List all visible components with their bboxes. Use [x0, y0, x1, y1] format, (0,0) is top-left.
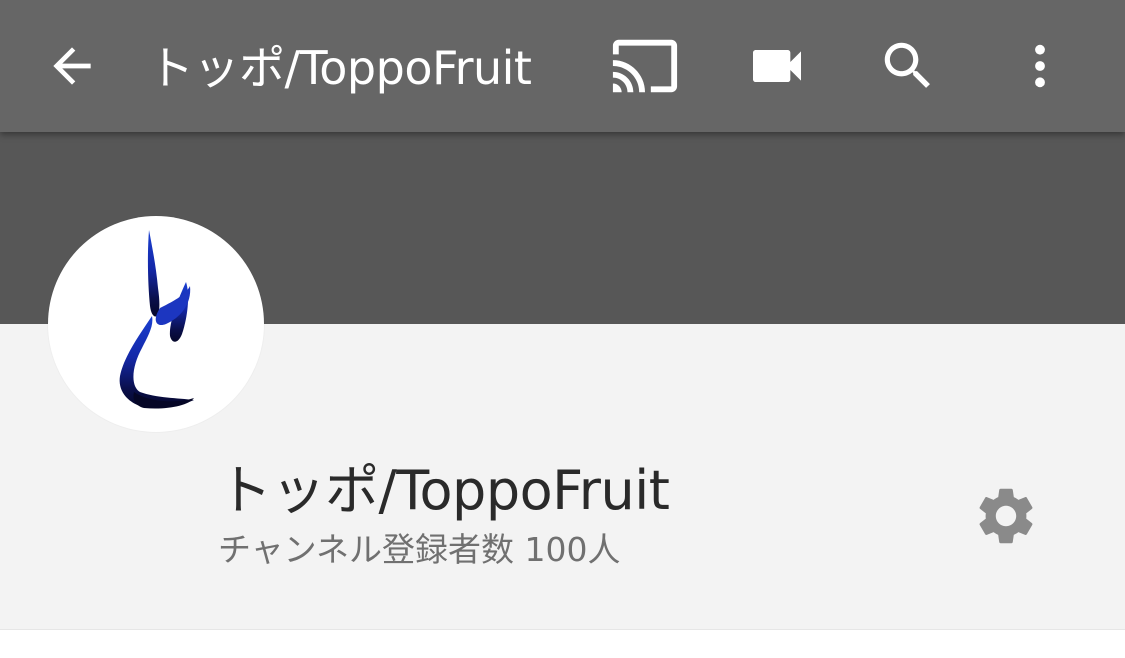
search-icon[interactable]	[866, 24, 950, 108]
video-camera-icon[interactable]	[735, 24, 819, 108]
channel-name: トッポ/ToppoFruit	[218, 459, 670, 522]
cast-icon[interactable]	[603, 24, 687, 108]
back-arrow-icon[interactable]	[30, 24, 114, 108]
subscriber-count: チャンネル登録者数 100人	[218, 530, 621, 569]
app-bar: トッポ/ToppoFruit	[0, 0, 1125, 132]
channel-avatar[interactable]	[48, 216, 264, 432]
app-bar-title: トッポ/ToppoFruit	[148, 41, 532, 95]
more-vert-icon[interactable]	[998, 24, 1082, 108]
gear-icon[interactable]	[966, 476, 1046, 556]
brush-stroke-logo-icon	[119, 230, 194, 409]
